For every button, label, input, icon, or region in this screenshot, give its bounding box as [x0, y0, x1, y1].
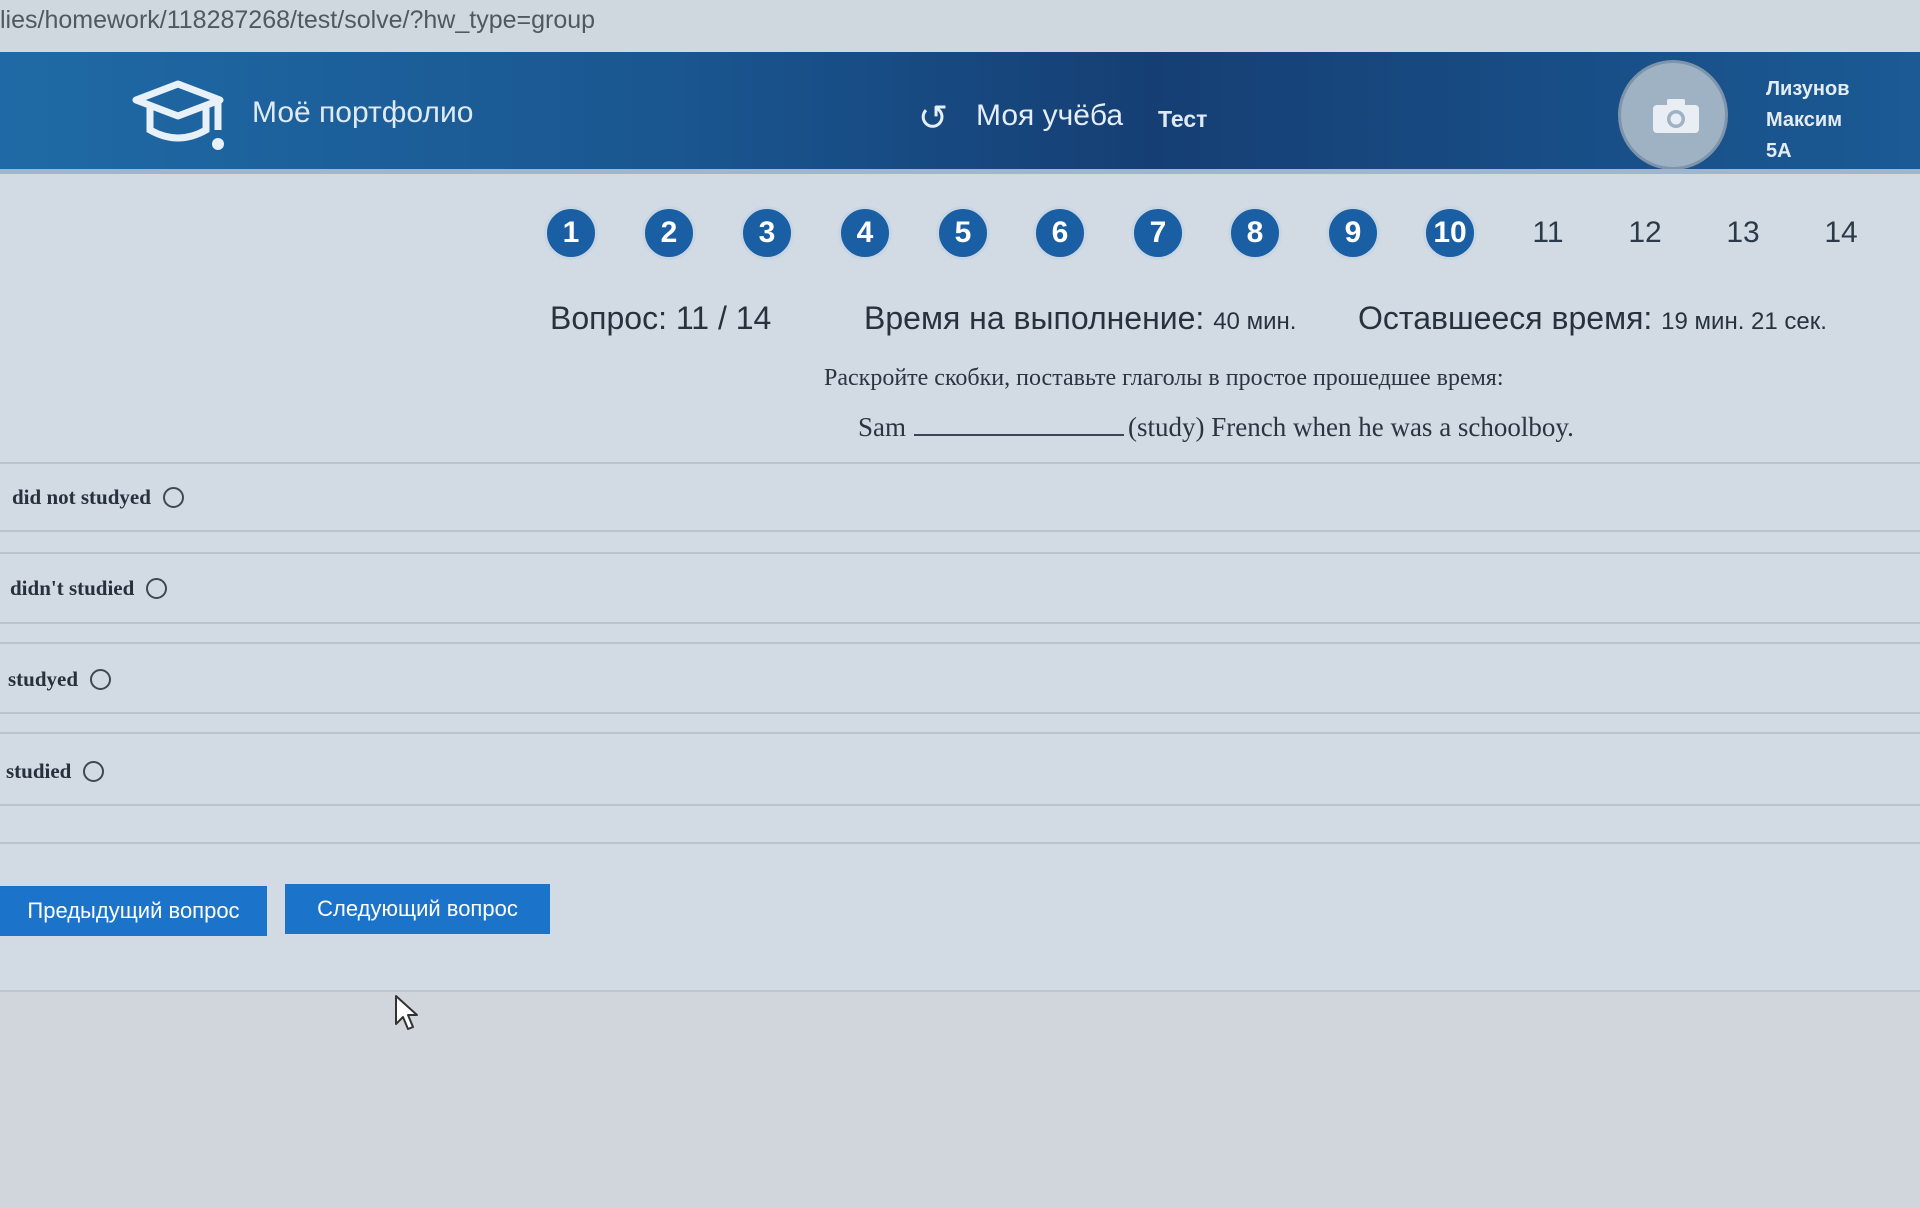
divider — [0, 530, 1920, 532]
divider — [0, 622, 1920, 624]
sentence-subject: Sam — [858, 412, 907, 442]
address-bar[interactable]: lies/homework/118287268/test/solve/?hw_t… — [0, 0, 1920, 52]
refresh-icon[interactable]: ↺ — [918, 100, 948, 136]
question-nav-6[interactable]: 6 — [1033, 206, 1087, 260]
user-info: Лизунов Максим 5А — [1766, 74, 1850, 167]
answer-option-label[interactable]: did not studyed — [12, 485, 151, 510]
answer-option-2[interactable]: didn't studied — [10, 576, 168, 601]
divider — [0, 712, 1920, 714]
duration: Время на выполнение: 40 мин. — [864, 300, 1296, 337]
next-question-button[interactable]: Следующий вопрос — [285, 884, 550, 934]
answer-option-3[interactable]: studyed — [8, 667, 112, 692]
user-last-name: Лизунов — [1766, 78, 1850, 100]
radio-button[interactable] — [146, 578, 168, 599]
brand-title[interactable]: Моё портфолио — [252, 96, 473, 130]
divider — [0, 552, 1920, 554]
question-nav-10[interactable]: 10 — [1423, 206, 1477, 260]
avatar[interactable] — [1618, 60, 1728, 170]
prev-question-button[interactable]: Предыдущий вопрос — [0, 886, 267, 936]
radio-button[interactable] — [162, 487, 184, 508]
camera-icon — [1653, 99, 1699, 133]
question-nav-13[interactable]: 13 — [1716, 206, 1770, 260]
mouse-cursor-icon — [395, 995, 418, 1030]
page-footer-area — [0, 990, 1920, 1208]
answer-option-1[interactable]: did not studyed — [12, 485, 184, 510]
question-nav-9[interactable]: 9 — [1326, 206, 1380, 260]
answer-option-label[interactable]: studyed — [8, 667, 78, 692]
nav-my-study[interactable]: Моя учёба — [976, 99, 1123, 133]
radio-button[interactable] — [83, 761, 105, 782]
answer-option-4[interactable]: studied — [6, 759, 105, 784]
question-nav-2[interactable]: 2 — [642, 206, 696, 260]
radio-button[interactable] — [90, 669, 112, 690]
question-instruction: Раскройте скобки, поставьте глаголы в пр… — [824, 365, 1504, 391]
question-sentence: Sam (study) French when he was a schoolbo… — [858, 412, 1574, 443]
answer-option-label[interactable]: studied — [6, 759, 71, 784]
question-nav-11[interactable]: 11 — [1521, 206, 1575, 260]
divider — [0, 462, 1920, 464]
answer-blank — [914, 412, 1125, 436]
question-nav-5[interactable]: 5 — [936, 206, 990, 260]
remaining-value: 19 мин. 21 сек. — [1661, 308, 1827, 335]
duration-value: 40 мин. — [1213, 308, 1297, 335]
duration-label: Время на выполнение: — [864, 300, 1205, 336]
divider — [0, 804, 1920, 806]
nav-test[interactable]: Тест — [1158, 106, 1207, 133]
remaining-time: Оставшееся время: 19 мин. 21 сек. — [1358, 300, 1827, 337]
divider — [0, 642, 1920, 644]
divider — [0, 732, 1920, 734]
question-nav-12[interactable]: 12 — [1618, 206, 1672, 260]
question-nav-14[interactable]: 14 — [1814, 206, 1868, 260]
graduation-cap-icon[interactable] — [132, 78, 228, 158]
divider — [0, 842, 1920, 844]
question-nav-8[interactable]: 8 — [1228, 206, 1282, 260]
question-counter: Вопрос: 11 / 14 — [550, 300, 772, 336]
question-nav-3[interactable]: 3 — [740, 206, 794, 260]
question-nav-4[interactable]: 4 — [838, 206, 892, 260]
question-nav: 1 2 3 4 5 6 7 8 9 10 11 12 13 14 — [0, 206, 1920, 262]
answer-option-label[interactable]: didn't studied — [10, 576, 134, 601]
top-header: Моё портфолио ↺ Моя учёба Тест Лизунов М… — [0, 52, 1920, 174]
question-nav-7[interactable]: 7 — [1131, 206, 1185, 260]
url-text[interactable]: lies/homework/118287268/test/solve/?hw_t… — [0, 6, 595, 35]
user-class: 5А — [1766, 140, 1792, 162]
sentence-rest: (study) French when he was a schoolboy. — [1128, 412, 1574, 442]
remaining-label: Оставшееся время: — [1358, 300, 1653, 336]
question-nav-1[interactable]: 1 — [544, 206, 598, 260]
user-first-name: Максим — [1766, 109, 1842, 131]
